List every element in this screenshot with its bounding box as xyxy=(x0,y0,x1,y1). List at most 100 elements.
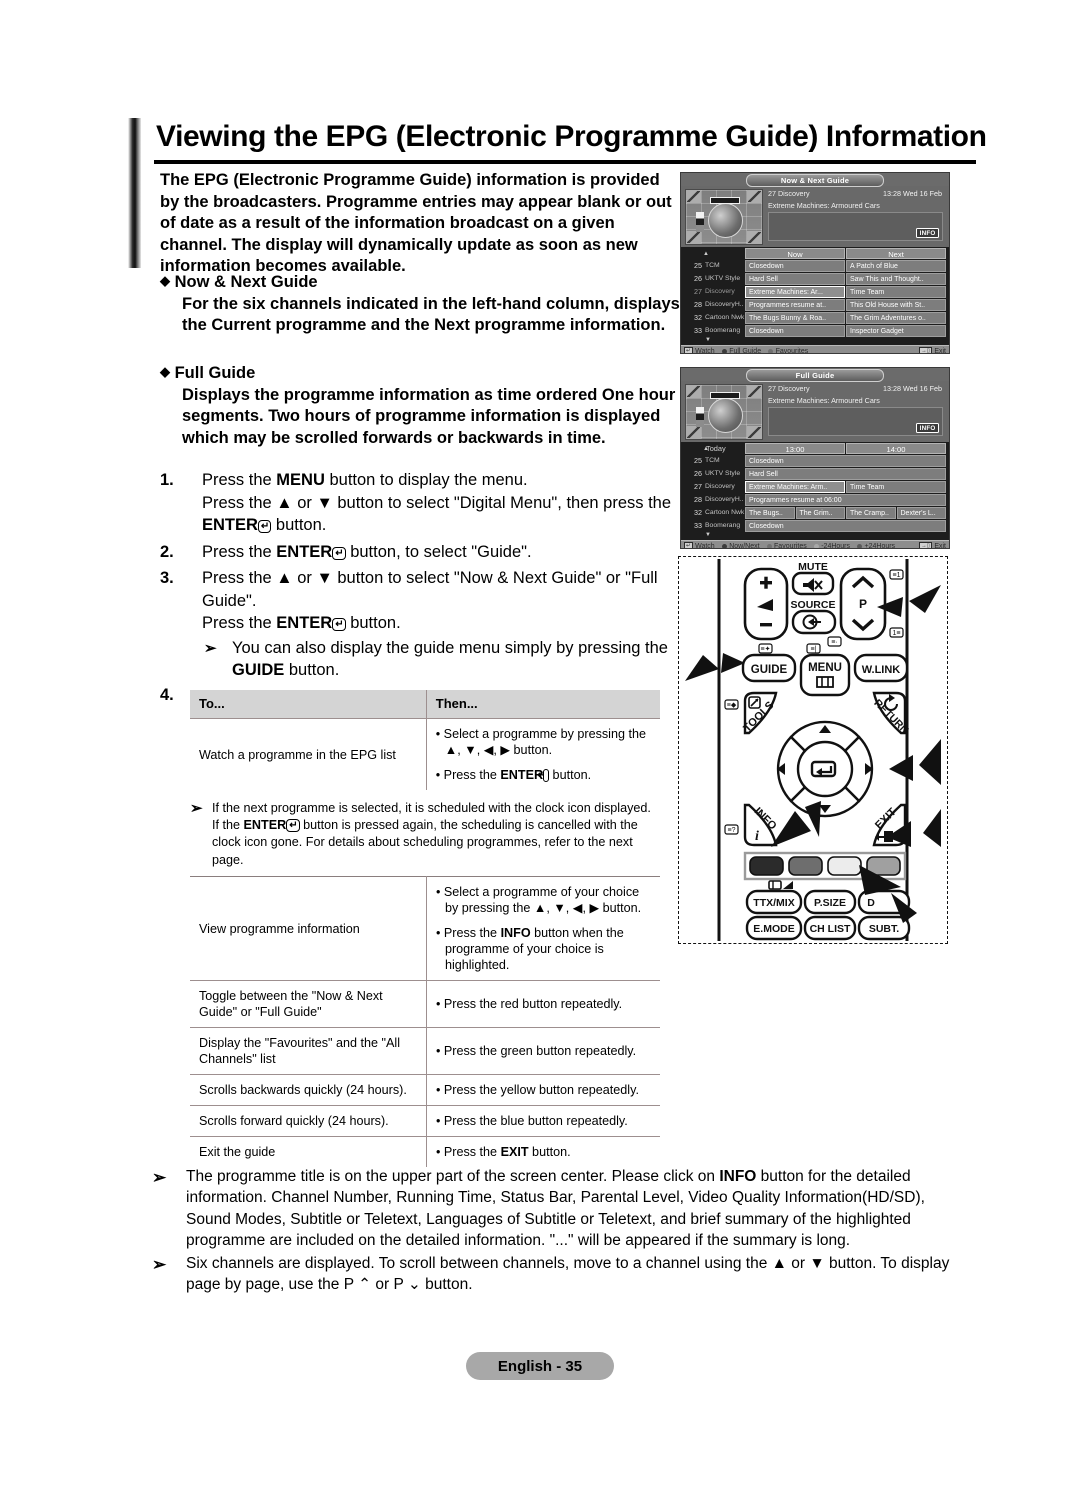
epg-channel-row[interactable]: 33 Boomerang Closedown xyxy=(683,520,947,532)
dual-button-label: D xyxy=(867,897,875,909)
emode-button-label: E.MODE xyxy=(753,923,794,935)
epg-channel-row[interactable]: 28 DiscoveryH.. Programmes resume at.. This… xyxy=(683,299,947,311)
text: Press the ▲ or ▼ button to select "Digit… xyxy=(202,493,672,512)
epg-channel-row[interactable]: 33 Boomerang Closedown Inspector Gadget xyxy=(683,325,947,337)
info-button[interactable]: INFO xyxy=(916,228,939,238)
epg-footer-item[interactable]: Favourites xyxy=(766,543,807,548)
epg-footer-item[interactable]: +24Hours xyxy=(857,543,895,548)
test-card-bar xyxy=(710,392,740,399)
epg-channel-row[interactable]: 27 Discovery Extreme Machines: Ar... Time T… xyxy=(683,286,947,298)
epg-actions-table-part1: To... Then... Watch a programme in the E… xyxy=(190,690,660,790)
svg-text:≡✦: ≡✦ xyxy=(761,645,771,653)
epg-footer-item[interactable]: Now/Next xyxy=(721,543,760,549)
epg-programme-cell[interactable]: The Bugs.. xyxy=(745,507,795,519)
table-row: View programme information • Select a pr… xyxy=(190,876,660,981)
epg-scroll-down[interactable]: ▼ xyxy=(683,337,947,345)
epg-now-cell[interactable]: Extreme Machines: Ar... xyxy=(745,286,845,298)
epg-timeline-header-row: ▲ Today 13:00 14:00 xyxy=(683,443,947,454)
epg-channel-number: 28 xyxy=(694,300,702,309)
epg-next-cell[interactable]: Saw This and Thought.. xyxy=(846,273,946,285)
epg-day-label: ▲ Today xyxy=(683,443,745,454)
epg-programme-cell[interactable]: Dexter's L.. xyxy=(896,507,946,519)
epg-now-cell[interactable]: The Bugs Bunny & Roa.. xyxy=(745,312,845,324)
remote-control-svg: MUTE SOURCE P ≡1 1≡ ≡· ≡✦ ≡| ≡◆ ≡? GUIDE… xyxy=(685,559,941,941)
text: button. xyxy=(528,1145,571,1159)
epg-channel-row[interactable]: 32 Cartoon Nwk The Bugs Bunny & Roa.. The G… xyxy=(683,312,947,324)
table-cell-to: Display the "Favourites" and the "All Ch… xyxy=(190,1027,427,1075)
test-card-corner xyxy=(686,231,701,244)
epg-programme-cell[interactable]: Closedown xyxy=(745,455,946,467)
epg-programme-cell[interactable]: Hard Sell xyxy=(745,468,946,480)
svg-text:≡|: ≡| xyxy=(811,646,817,653)
epg-screenshot-full-guide: Full Guide 13:28 Wed 16 Feb 27 Discovery… xyxy=(680,367,950,549)
enter-key-label: ENTER xyxy=(243,818,287,833)
epg-screenshot-now-next: Now & Next Guide 13:28 Wed 16 Feb 27 Dis… xyxy=(680,172,950,354)
instruction-steps: 1. Press the MENU button to display the … xyxy=(160,469,680,686)
menu-button-label: MENU xyxy=(808,662,842,674)
epg-next-cell[interactable]: This Old House with St.. xyxy=(846,299,946,311)
epg-next-cell[interactable]: Inspector Gadget xyxy=(846,325,946,337)
epg-channel-row[interactable]: 32 Cartoon Nwk The Bugs.. The Grim.. The Cra… xyxy=(683,507,947,519)
epg-footer-item[interactable]: ↵ Watch xyxy=(684,542,715,548)
epg-next-cell[interactable]: A Patch of Blue xyxy=(846,260,946,272)
epg-footer-item[interactable]: Favourites xyxy=(768,348,808,353)
epg-channel-row[interactable]: 26 UKTV Style Hard Sell Saw This and Though… xyxy=(683,273,947,285)
enter-key-icon: ↵ xyxy=(537,769,550,782)
intro-paragraph: The EPG (Electronic Programme Guide) inf… xyxy=(160,171,672,275)
epg-programme-cell[interactable]: Programmes resume at 06:00 xyxy=(745,494,946,506)
table-header-to: To... xyxy=(190,690,427,719)
info-button[interactable]: INFO xyxy=(916,423,939,433)
epg-channel-row[interactable]: 26 UKTV Style Hard Sell xyxy=(683,468,947,480)
epg-now-cell[interactable]: Hard Sell xyxy=(745,273,845,285)
test-card-corner xyxy=(686,385,701,398)
chlist-button-label: CH LIST xyxy=(810,923,851,935)
svg-text:≡◆: ≡◆ xyxy=(727,702,737,709)
epg-footer-item[interactable]: →▯ Exit xyxy=(919,542,946,549)
epg-programme-cell[interactable]: Extreme Machines: Arm.. xyxy=(745,481,845,493)
epg-channel-row[interactable]: 25 TCM Closedown xyxy=(683,455,947,467)
epg-now-cell[interactable]: Closedown xyxy=(745,260,845,272)
epg-channel-name: TCM xyxy=(705,457,720,464)
epg-programme-cell[interactable]: Time Team xyxy=(846,481,946,493)
epg-programme-cell[interactable]: The Cramp.. xyxy=(846,507,896,519)
epg-footer-item[interactable]: ↵ Watch xyxy=(684,347,715,353)
text: Press the xyxy=(202,471,277,489)
remote-control-diagram: MUTE SOURCE P ≡1 1≡ ≡· ≡✦ ≡| ≡◆ ≡? GUIDE… xyxy=(678,556,948,944)
epg-footer-item[interactable]: →▯ Exit xyxy=(919,347,946,353)
epg-channel-list: ▲ Now Next 25 TCM Closedown A Patch of Blue… xyxy=(681,247,949,345)
epg-channel-name: Cartoon Nwk xyxy=(705,509,745,516)
epg-scroll-down[interactable]: ▼ xyxy=(683,532,947,540)
epg-now-cell[interactable]: Programmes resume at.. xyxy=(745,299,845,311)
bullet-heading-text: Full Guide xyxy=(174,364,256,382)
arrow-note-icon: ➢ xyxy=(152,1168,167,1187)
epg-programme-cell[interactable]: The Grim.. xyxy=(795,507,845,519)
bullet-body: For the six channels indicated in the le… xyxy=(182,294,680,335)
epg-footer-label: Exit xyxy=(934,543,946,549)
epg-time-slot: 13:00 xyxy=(745,443,845,454)
epg-titlebar: Now & Next Guide xyxy=(681,173,949,187)
callout-arrow-guide xyxy=(685,655,719,681)
epg-preview-area: 13:28 Wed 16 Feb 27 Discovery Extreme Ma… xyxy=(681,186,949,247)
epg-footer-label: Now/Next xyxy=(729,543,760,549)
info-key-label: INFO xyxy=(719,1168,757,1185)
diamond-icon: ◆ xyxy=(160,273,170,288)
epg-next-cell[interactable]: Time Team xyxy=(846,286,946,298)
epg-video-thumbnail xyxy=(685,384,763,440)
epg-channel-name: Discovery xyxy=(705,288,735,295)
epg-footer-item[interactable]: -24Hours xyxy=(813,543,850,548)
step-2-line: Press the ENTER ↵ button, to select "Guid… xyxy=(202,541,680,564)
epg-channel-row[interactable]: 28 DiscoveryH.. Programmes resume at 06:00 xyxy=(683,494,947,506)
enter-key-label: ENTER xyxy=(202,516,258,534)
epg-programme-cell[interactable]: Closedown xyxy=(745,520,946,532)
menu-key-label: MENU xyxy=(276,471,325,489)
epg-column-header-row: ▲ Now Next xyxy=(683,248,947,259)
test-card-circle xyxy=(708,398,743,433)
epg-next-cell[interactable]: The Grim Adventures o.. xyxy=(846,312,946,324)
epg-scroll-up[interactable]: ▲ xyxy=(683,248,745,259)
epg-footer-item[interactable]: Full Guide xyxy=(721,348,761,353)
epg-now-cell[interactable]: Closedown xyxy=(745,325,845,337)
callout-arrow-info xyxy=(771,811,811,847)
epg-channel-row[interactable]: 25 TCM Closedown A Patch of Blue xyxy=(683,260,947,272)
test-card-corner xyxy=(747,190,762,203)
epg-channel-row[interactable]: 27 Discovery Extreme Machines: Arm.. Time T… xyxy=(683,481,947,493)
